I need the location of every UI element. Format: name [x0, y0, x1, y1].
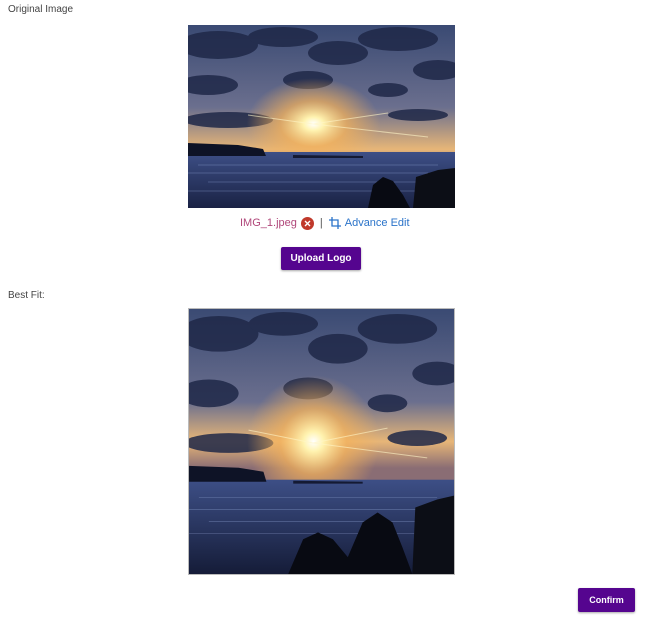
original-image: [188, 25, 455, 208]
file-info-row: IMG_1.jpeg | Advance Edit: [240, 215, 410, 231]
confirm-button[interactable]: Confirm: [578, 588, 635, 612]
file-name: IMG_1.jpeg: [240, 217, 297, 229]
crop-icon[interactable]: [328, 217, 341, 229]
upload-logo-button[interactable]: Upload Logo: [281, 247, 361, 270]
best-fit-label: Best Fit:: [8, 290, 45, 301]
original-image-label: Original Image: [8, 4, 74, 15]
advance-edit-link[interactable]: Advance Edit: [345, 217, 410, 229]
best-fit-image: [188, 308, 455, 575]
close-circle-icon[interactable]: [300, 216, 314, 230]
separator: |: [319, 217, 323, 229]
